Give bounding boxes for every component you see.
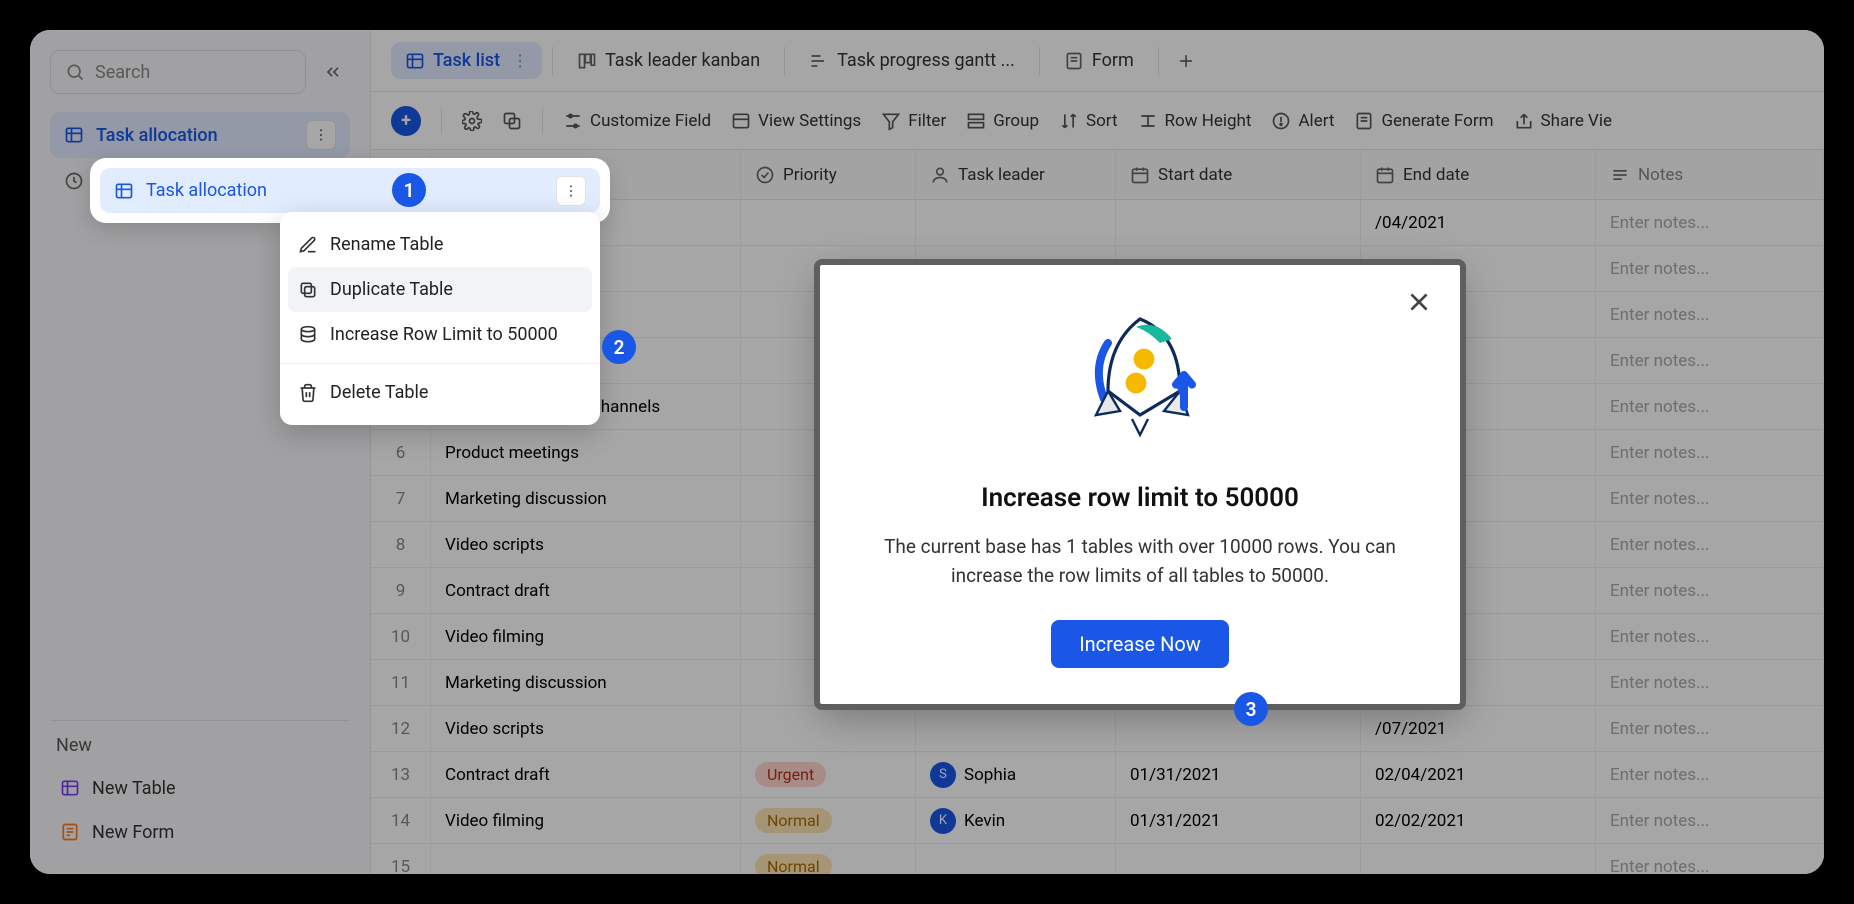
duplicate-icon bbox=[298, 280, 318, 300]
close-icon bbox=[1406, 289, 1432, 315]
trash-icon bbox=[298, 383, 318, 403]
menu-increase-row-limit[interactable]: Increase Row Limit to 50000 bbox=[280, 312, 600, 357]
edit-icon bbox=[298, 235, 318, 255]
divider bbox=[280, 363, 600, 364]
step-badge-2: 2 bbox=[602, 330, 636, 364]
menu-item-label: Increase Row Limit to 50000 bbox=[330, 324, 558, 345]
menu-item-label: Duplicate Table bbox=[330, 279, 453, 300]
menu-delete-table[interactable]: Delete Table bbox=[280, 370, 600, 415]
step-badge-1: 1 bbox=[392, 173, 426, 207]
table-context-menu: Rename Table Duplicate Table Increase Ro… bbox=[280, 212, 600, 425]
modal-body: The current base has 1 tables with over … bbox=[848, 533, 1432, 590]
dots-vertical-icon bbox=[563, 183, 579, 199]
table-icon bbox=[114, 181, 134, 201]
table-more-button[interactable] bbox=[556, 176, 586, 206]
button-label: Increase Now bbox=[1079, 632, 1201, 656]
increase-now-button[interactable]: Increase Now bbox=[1051, 620, 1229, 668]
modal-title: Increase row limit to 50000 bbox=[848, 483, 1432, 513]
modal-close-button[interactable] bbox=[1406, 289, 1432, 322]
menu-item-label: Rename Table bbox=[330, 234, 443, 255]
rocket-illustration-icon bbox=[1060, 295, 1220, 455]
menu-item-label: Delete Table bbox=[330, 382, 428, 403]
sidebar-item-label: Task allocation bbox=[146, 180, 267, 201]
menu-duplicate-table[interactable]: Duplicate Table bbox=[288, 267, 592, 312]
menu-rename-table[interactable]: Rename Table bbox=[280, 222, 600, 267]
database-icon bbox=[298, 325, 318, 345]
increase-row-limit-modal: Increase row limit to 50000 The current … bbox=[820, 265, 1460, 704]
step-badge-3: 3 bbox=[1234, 692, 1268, 726]
